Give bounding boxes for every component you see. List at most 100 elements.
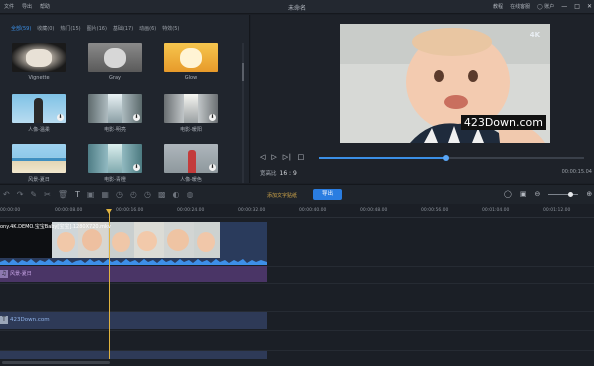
fit-icon[interactable]: ▣ (520, 190, 527, 198)
music-icon: ♫ (0, 270, 8, 278)
edit-tools: ↶ ↷ ✎ ✂ 🗑 T ▣ ▦ ◷ ◴ ◷ ▩ ◐ ◍ (3, 190, 193, 199)
music-clip[interactable]: ♫ 风景-夏日 (0, 266, 267, 282)
download-icon[interactable]: ⬇ (57, 114, 64, 121)
tab-image[interactable]: 图片(16) (87, 25, 107, 32)
speed-icon[interactable]: ◷ (116, 190, 123, 199)
ruler-tick: 00:00:24.00 (177, 208, 205, 213)
timeline-ruler[interactable]: 00:00:00 00:00:08.00 00:00:16.00 00:00:2… (0, 204, 594, 218)
ruler-tick: 00:00:00 (0, 208, 21, 213)
track-divider (0, 283, 594, 284)
zoom-in-icon[interactable]: ⊕ (586, 190, 592, 198)
undo-icon[interactable]: ↶ (3, 190, 10, 199)
ruler-tick: 00:01:12.00 (543, 208, 571, 213)
filter-item-glow[interactable]: Glow (164, 43, 218, 81)
preview-panel: 4K 423Down.com ◁ ▷ ▷∣ □ 宽高比 16 : 9 00:00:… (251, 15, 594, 183)
video-clip[interactable]: ony.4K.DEMO.宝宝Baby[宝宝].1280X720.mkv (0, 222, 267, 265)
tab-animation[interactable]: 动画(6) (139, 25, 156, 32)
filter-item-film-teal-orange[interactable]: ⬇ 电影-青橙 (88, 144, 142, 183)
edit-icon[interactable]: ✎ (30, 190, 37, 199)
tab-all[interactable]: 全部(59) (11, 25, 31, 32)
ruler-tick: 00:00:40.00 (299, 208, 327, 213)
export-button[interactable]: 导出 (313, 189, 342, 200)
music-clip-name: 风景-夏日 (10, 271, 32, 277)
download-icon[interactable]: ⬇ (133, 164, 140, 171)
menu-bar: 文件 导出 帮助 (0, 3, 50, 10)
timecode: 00:00:15.04 (561, 169, 592, 175)
zoom-out-icon[interactable]: ⊖ (534, 190, 540, 198)
filter-item-landscape-summer[interactable]: 风景-夏日 (12, 144, 66, 183)
playhead-handle[interactable] (106, 209, 112, 214)
duration-icon[interactable]: ◷ (144, 190, 151, 199)
color-icon[interactable]: ◐ (173, 190, 180, 199)
text-icon[interactable]: T (75, 190, 80, 199)
progress-fill (319, 157, 447, 159)
filter-thumbnail: ⬇ (164, 144, 218, 173)
menu-help[interactable]: 帮助 (40, 3, 50, 10)
zoom-slider[interactable] (548, 191, 579, 197)
menu-export[interactable]: 导出 (22, 3, 32, 10)
account-button[interactable]: ◯ 账户 (537, 3, 554, 10)
filter-item-film-warm[interactable]: ⬇ 电影-暖阳 (164, 94, 218, 133)
playhead[interactable] (106, 209, 112, 359)
tab-favorites[interactable]: 收藏(0) (37, 25, 54, 32)
download-icon[interactable]: ⬇ (133, 114, 140, 121)
timeline-scrollbar[interactable] (2, 361, 110, 364)
shield-icon[interactable]: ◯ (504, 190, 512, 198)
library-scrollbar[interactable] (242, 43, 244, 183)
filter-item-portrait-warm[interactable]: ⬇ 人像-暖色 (164, 144, 218, 183)
filter-thumbnail: ⬇ (164, 94, 218, 123)
redo-icon[interactable]: ↷ (17, 190, 24, 199)
online-service-link[interactable]: 在线客服 (510, 3, 530, 10)
text-clip[interactable]: T 423Down.com (0, 312, 267, 329)
download-icon[interactable]: ⬇ (209, 114, 216, 121)
filter-label: Glow (184, 75, 198, 81)
filter-label: Vignette (28, 75, 50, 81)
filter-label: 电影-暖阳 (180, 127, 202, 133)
filter-thumbnail (12, 43, 66, 72)
filter-label: 人像-温柔 (28, 127, 50, 133)
ruler-tick: 00:00:08.00 (55, 208, 83, 213)
text-clip-name: 423Down.com (10, 317, 50, 323)
minimize-button[interactable]: — (561, 3, 567, 10)
playback-progress[interactable] (319, 155, 584, 161)
filter-item-film-bright[interactable]: ⬇ 电影-明亮 (88, 94, 142, 133)
zoom-tools: ◯ ▣ ⊖ ⊕ (504, 190, 592, 198)
tab-basic[interactable]: 基础(17) (113, 25, 133, 32)
tab-effects[interactable]: 特效(5) (162, 25, 179, 32)
filter-item-gray[interactable]: Gray (88, 43, 142, 81)
crop-icon[interactable]: ▣ (87, 190, 95, 199)
watermark-text: 423Down.com (460, 115, 546, 130)
split-icon[interactable]: ✂ (44, 190, 51, 199)
extra-clip[interactable] (0, 351, 267, 359)
menu-file[interactable]: 文件 (4, 3, 14, 10)
play-icon[interactable]: ▷ (271, 153, 276, 161)
account-label: 账户 (544, 4, 555, 10)
aspect-ratio[interactable]: 宽高比 16 : 9 (260, 169, 297, 177)
audio-waveform (0, 259, 267, 265)
ruler-tick: 00:00:48.00 (360, 208, 388, 213)
tutorial-link[interactable]: 教程 (493, 3, 503, 10)
mosaic-icon[interactable]: ▦ (101, 190, 109, 199)
close-button[interactable]: ✕ (587, 3, 592, 10)
download-icon[interactable]: ⬇ (209, 164, 216, 171)
maximize-button[interactable]: □ (574, 3, 580, 10)
library-scrollbar-thumb[interactable] (242, 63, 244, 81)
progress-knob[interactable] (443, 155, 450, 161)
track-divider (0, 330, 594, 331)
text-track-icon: T (0, 316, 8, 324)
tab-hot[interactable]: 热门(15) (60, 25, 80, 32)
filter-label: 风景-夏日 (28, 177, 50, 183)
filter-item-portrait-gentle[interactable]: ⬇ 人像-温柔 (12, 94, 66, 133)
freeze-icon[interactable]: ◴ (130, 190, 137, 199)
toolbar-hint[interactable]: 添加文字贴纸 (267, 192, 297, 199)
next-frame-icon[interactable]: ▷∣ (283, 153, 292, 161)
playback-controls: ◁ ▷ ▷∣ □ (260, 153, 304, 161)
delete-icon[interactable]: 🗑 (58, 190, 68, 199)
aspect-label: 宽高比 (260, 171, 277, 177)
stop-icon[interactable]: □ (298, 153, 305, 161)
picture-in-picture-icon[interactable]: ▩ (158, 190, 166, 199)
filter-item-vignette[interactable]: Vignette (12, 43, 66, 81)
prev-frame-icon[interactable]: ◁ (260, 153, 265, 161)
sticker-icon[interactable]: ◍ (186, 190, 193, 199)
zoom-slider-knob[interactable] (568, 191, 574, 197)
